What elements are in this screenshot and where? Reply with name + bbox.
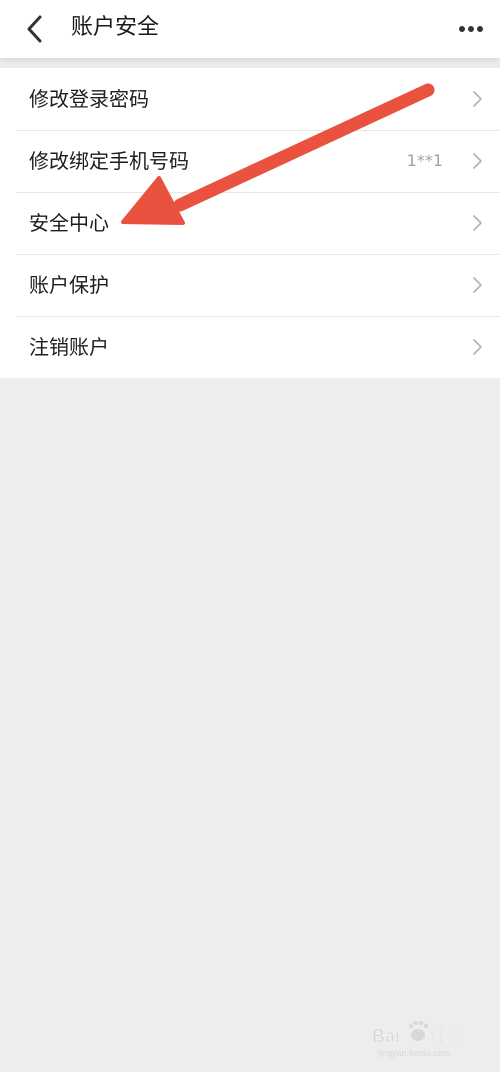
svg-text:经验: 经验 xyxy=(430,1027,462,1046)
chevron-right-icon xyxy=(473,339,482,355)
svg-text:Bai: Bai xyxy=(372,1026,400,1046)
menu-item-security-center[interactable]: 安全中心 xyxy=(0,192,500,254)
more-horizontal-icon xyxy=(459,26,483,32)
more-button[interactable] xyxy=(424,9,484,49)
chevron-right-icon xyxy=(473,153,482,169)
menu-item-label: 修改绑定手机号码 xyxy=(29,149,189,173)
menu-item-change-bound-phone[interactable]: 修改绑定手机号码 1**1 xyxy=(0,130,500,192)
menu-item-account-protection[interactable]: 账户保护 xyxy=(0,254,500,316)
svg-text:jingyan.baidu.com: jingyan.baidu.com xyxy=(377,1048,451,1058)
baidu-jingyan-watermark-logo: Bai 经验 jingyan.baidu.com xyxy=(372,1020,462,1058)
nav-bar: 账户安全 xyxy=(0,0,500,58)
chevron-left-icon xyxy=(27,15,42,43)
bound-phone-value: 1**1 xyxy=(406,151,443,170)
chevron-right-icon xyxy=(473,91,482,107)
menu-item-label: 注销账户 xyxy=(29,335,109,359)
back-button[interactable] xyxy=(14,9,54,49)
account-security-screen: 账户安全 修改登录密码 修改绑定手机号码 1**1 安全中心 账户保护 注销账户… xyxy=(0,0,500,1072)
menu-item-label: 修改登录密码 xyxy=(29,87,149,111)
menu-item-cancel-account[interactable]: 注销账户 xyxy=(0,316,500,378)
menu-item-label: 账户保护 xyxy=(29,273,109,297)
settings-list: 修改登录密码 修改绑定手机号码 1**1 安全中心 账户保护 注销账户 xyxy=(0,68,500,378)
chevron-right-icon xyxy=(473,215,482,231)
chevron-right-icon xyxy=(473,277,482,293)
menu-item-label: 安全中心 xyxy=(29,211,109,235)
page-title: 账户安全 xyxy=(71,15,160,40)
menu-item-change-login-password[interactable]: 修改登录密码 xyxy=(0,68,500,130)
